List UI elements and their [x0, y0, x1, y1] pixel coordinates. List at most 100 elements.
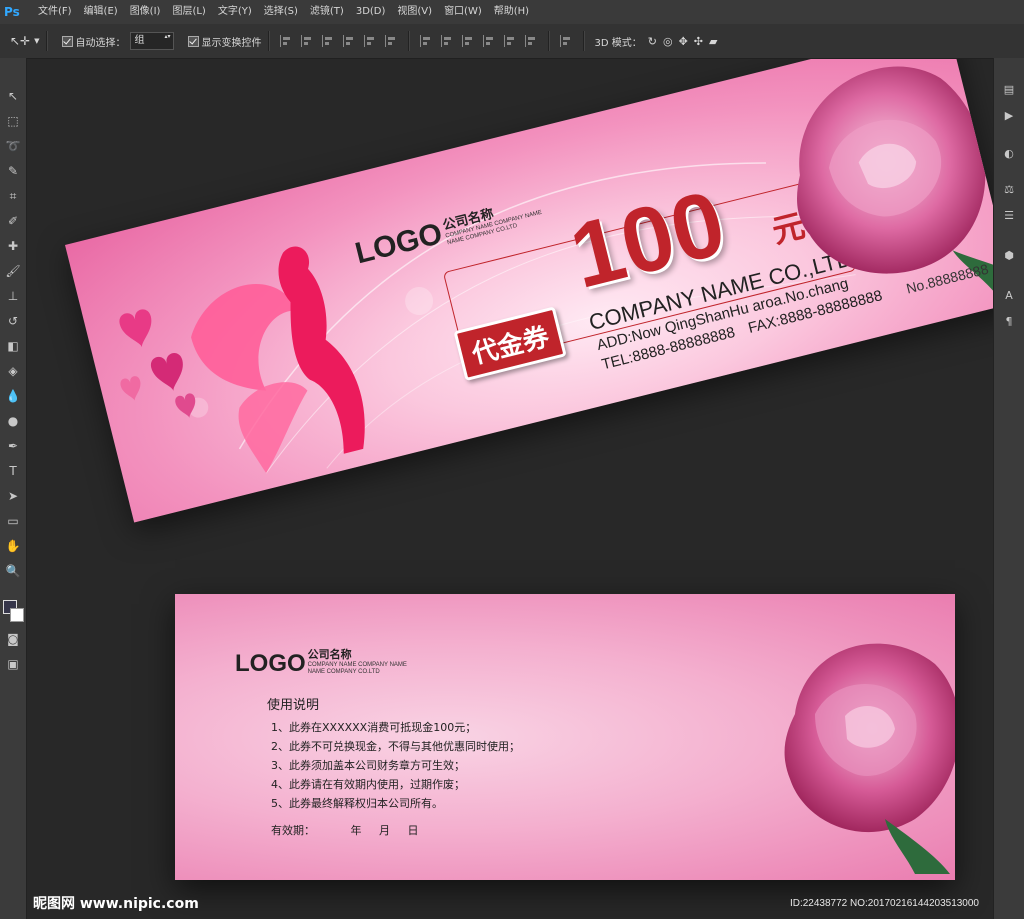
panel-dock: ▤ ▶ ◐ ⚖ ☰ ⬢ A ¶ [993, 58, 1024, 919]
history-panel-icon[interactable]: ▤ [1001, 82, 1017, 98]
validity-day: 日 [407, 824, 419, 837]
nipic-watermark: 昵图网 www.nipic.com [33, 896, 199, 912]
auto-select-dropdown[interactable]: 组 [129, 32, 174, 50]
validity-label: 有效期： [271, 824, 315, 837]
rule-5: 5、此券最终解释权归本公司所有。 [271, 797, 443, 810]
healing-brush-tool-icon[interactable]: ✚ [5, 238, 21, 254]
history-brush-tool-icon[interactable]: ↺ [5, 313, 21, 329]
eraser-tool-icon[interactable]: ◧ [5, 338, 21, 354]
back-company-sub2: NAME COMPANY CO.LTD [307, 669, 380, 675]
lasso-tool-icon[interactable]: ➰ [5, 138, 21, 154]
eyedropper-tool-icon[interactable]: ✐ [5, 213, 21, 229]
roll-3d-icon[interactable]: ◎ [663, 35, 673, 48]
mode3d-label: 3D 模式： [594, 37, 642, 49]
slide-3d-icon[interactable]: ✣ [694, 35, 703, 48]
divider [45, 31, 48, 51]
validity-line: 有效期： 年 月 日 [271, 822, 419, 838]
validity-year: 年 [350, 824, 362, 837]
usage-title: 使用说明 [267, 698, 320, 713]
align-vcenter-icon[interactable] [300, 35, 314, 47]
actions-panel-icon[interactable]: ▶ [1001, 108, 1017, 124]
menu-select[interactable]: 选择(S) [258, 0, 304, 24]
show-transform-label: 显示变换控件 [201, 37, 262, 49]
divider [547, 31, 550, 51]
color-panel-icon[interactable]: ◐ [1001, 146, 1017, 162]
back-logo: LOGO [235, 650, 306, 677]
rose-back-image [784, 643, 955, 874]
rule-1: 1、此券在XXXXXX消费可抵现金100元； [271, 721, 477, 734]
rectangle-tool-icon[interactable]: ▭ [5, 513, 21, 529]
pan-3d-icon[interactable]: ✥ [679, 35, 688, 48]
back-company-name: 公司名称 [307, 648, 352, 661]
hand-tool-icon[interactable]: ✋ [5, 538, 21, 554]
blur-tool-icon[interactable]: 💧 [5, 388, 21, 404]
menu-edit[interactable]: 编辑(E) [78, 0, 124, 24]
back-company-block: 公司名称 COMPANY NAME COMPANY NAME NAME COMP… [308, 646, 407, 676]
paragraph-panel-icon[interactable]: ¶ [1001, 314, 1017, 330]
divider [582, 31, 585, 51]
auto-select-checkbox[interactable] [61, 35, 73, 47]
adjustments-panel-icon[interactable]: ⚖ [1001, 182, 1017, 198]
quick-mask-icon[interactable]: ◙ [5, 631, 21, 647]
orbit-3d-icon[interactable]: ↻ [648, 35, 657, 48]
distribute-vcenter-icon[interactable] [440, 35, 454, 47]
distribute-hcenter-icon[interactable] [503, 35, 517, 47]
align-bottom-icon[interactable] [321, 35, 335, 47]
marquee-tool-icon[interactable]: ⬚ [5, 113, 21, 129]
menu-layer[interactable]: 图层(L) [166, 0, 211, 24]
menu-view[interactable]: 视图(V) [391, 0, 438, 24]
menu-bar: Ps 文件(F) 编辑(E) 图像(I) 图层(L) 文字(Y) 选择(S) 滤… [0, 0, 1024, 24]
character-panel-icon[interactable]: A [1001, 288, 1017, 304]
pen-tool-icon[interactable]: ✒ [5, 438, 21, 454]
align-top-icon[interactable] [279, 35, 293, 47]
properties-panel-icon[interactable]: ☰ [1001, 208, 1017, 224]
divider [267, 31, 270, 51]
rule-3: 3、此券须加盖本公司财务章方可生效； [271, 759, 465, 772]
tool-preset-arrow-icon[interactable]: ▼ [34, 37, 39, 45]
validity-month: 月 [379, 824, 390, 837]
document-canvas[interactable]: LOGO 公司名称 COMPANY NAME COMPANY NAME NAME… [27, 59, 993, 919]
menu-type[interactable]: 文字(Y) [212, 0, 258, 24]
show-transform-checkbox[interactable] [187, 35, 199, 47]
distribute-right-icon[interactable] [524, 35, 538, 47]
screen-mode-icon[interactable]: ▣ [5, 656, 21, 672]
show-transform-option[interactable]: 显示变换控件 [187, 34, 262, 49]
menu-file[interactable]: 文件(F) [32, 0, 78, 24]
image-id-text: ID:22438772 NO:20170216144203513000 [789, 898, 979, 909]
menu-window[interactable]: 窗口(W) [438, 0, 488, 24]
back-logo-block: LOGO 公司名称 COMPANY NAME COMPANY NAME NAME… [235, 646, 407, 676]
align-hcenter-icon[interactable] [363, 35, 377, 47]
zoom-tool-icon[interactable]: 🔍 [5, 563, 21, 579]
menu-3d[interactable]: 3D(D) [350, 0, 392, 24]
distribute-left-icon[interactable] [482, 35, 496, 47]
type-tool-icon[interactable]: T [5, 463, 21, 479]
dodge-tool-icon[interactable]: ● [5, 413, 21, 429]
photoshop-logo: Ps [4, 5, 20, 19]
background-color-swatch[interactable] [10, 608, 24, 622]
usage-rules: 1、此券在XXXXXX消费可抵现金100元； 2、此券不可兑换现金，不得与其他优… [271, 718, 520, 813]
auto-select-option[interactable]: 自动选择： 组 [61, 32, 174, 50]
tools-panel: ↖ ⬚ ➰ ✎ ⌗ ✐ ✚ 🖌 ⊥ ↺ ◧ ◈ 💧 ● ✒ T ➤ ▭ ✋ 🔍 … [0, 58, 27, 919]
layers-3d-panel-icon[interactable]: ⬢ [1001, 248, 1017, 264]
paint-bucket-tool-icon[interactable]: ◈ [5, 363, 21, 379]
voucher-front: LOGO 公司名称 COMPANY NAME COMPANY NAME NAME… [65, 59, 993, 523]
distribute-bottom-icon[interactable] [461, 35, 475, 47]
distribute-top-icon[interactable] [419, 35, 433, 47]
auto-align-icon[interactable] [559, 35, 573, 47]
divider [407, 31, 410, 51]
brush-tool-icon[interactable]: 🖌 [5, 263, 21, 279]
path-select-tool-icon[interactable]: ➤ [5, 488, 21, 504]
move-tool-icon[interactable]: ↖ [5, 88, 21, 104]
menu-image[interactable]: 图像(I) [124, 0, 167, 24]
move-tool-icon[interactable]: ↖✛ [10, 34, 30, 48]
scale-3d-icon[interactable]: ▰ [709, 35, 717, 48]
align-right-icon[interactable] [384, 35, 398, 47]
options-bar: ↖✛ ▼ 自动选择： 组 显示变换控件 3D 模式： ↻ ◎ ✥ ✣ ▰ [0, 24, 1024, 59]
quick-select-tool-icon[interactable]: ✎ [5, 163, 21, 179]
align-left-icon[interactable] [342, 35, 356, 47]
menu-filter[interactable]: 滤镜(T) [304, 0, 350, 24]
clone-stamp-tool-icon[interactable]: ⊥ [5, 288, 21, 304]
menu-help[interactable]: 帮助(H) [488, 0, 535, 24]
rule-4: 4、此券请在有效期内使用，过期作废； [271, 778, 465, 791]
crop-tool-icon[interactable]: ⌗ [5, 188, 21, 204]
